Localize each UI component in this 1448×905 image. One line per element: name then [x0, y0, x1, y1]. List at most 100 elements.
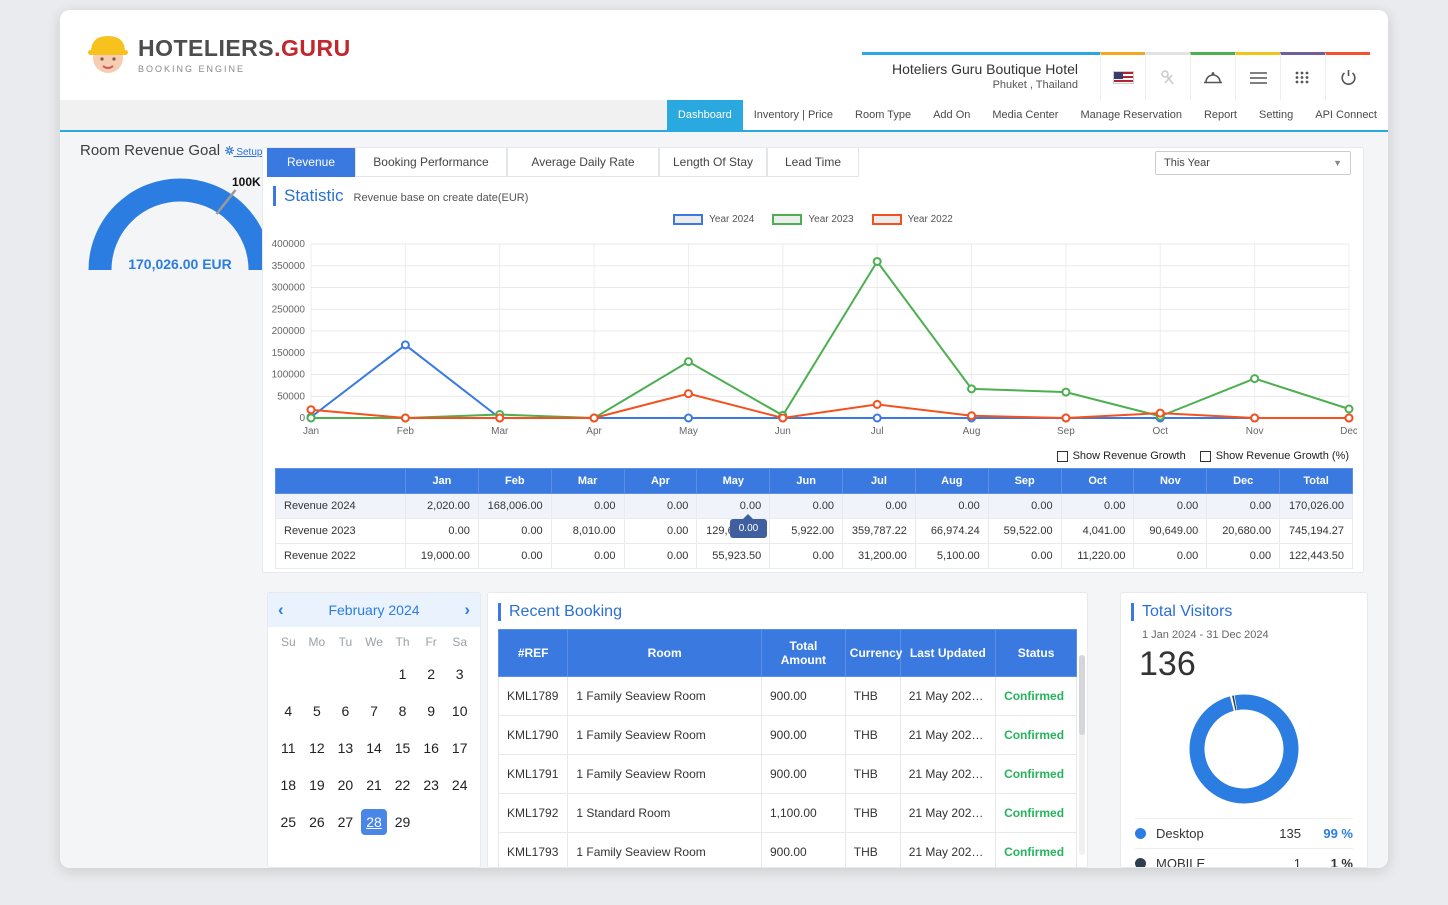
revenue-cell: 0.00 — [697, 494, 770, 519]
calendar-day-25[interactable]: 25 — [274, 809, 303, 835]
tab-average-daily-rate[interactable]: Average Daily Rate — [507, 148, 659, 177]
calendar-day-21[interactable]: 21 — [360, 772, 389, 798]
calendar-day-17[interactable]: 17 — [445, 735, 474, 761]
calendar-day-10[interactable]: 10 — [445, 698, 474, 724]
revenue-line-chart: 0500001000001500002000002500003000003500… — [271, 232, 1357, 450]
revenue-cell: 0.00 — [988, 494, 1061, 519]
calendar-day-20[interactable]: 20 — [331, 772, 360, 798]
period-select[interactable]: This Year ▼ — [1155, 151, 1351, 175]
booking-row-kml1790[interactable]: KML17901 Family Seaview Room900.00THB21 … — [499, 716, 1077, 755]
revenue-cell: 90,649.00 — [1134, 519, 1207, 544]
tab-booking-performance[interactable]: Booking Performance — [355, 148, 507, 177]
calendar-day-6[interactable]: 6 — [331, 698, 360, 724]
calendar-day-5[interactable]: 5 — [303, 698, 332, 724]
booking-status: Confirmed — [996, 716, 1077, 755]
tab-length-of-stay[interactable]: Length Of Stay — [659, 148, 767, 177]
revenue-table: JanFebMarAprMayJunJulAugSepOctNovDecTota… — [275, 468, 1353, 569]
calendar-day-7[interactable]: 7 — [360, 698, 389, 724]
booking-scrollbar[interactable] — [1079, 655, 1085, 855]
calendar-day-11[interactable]: 11 — [274, 735, 303, 761]
svg-text:Jun: Jun — [775, 426, 791, 437]
booking-cell: 900.00 — [762, 833, 846, 869]
revenue-col-header: Oct — [1061, 469, 1134, 494]
goal-value: 170,026.00 EUR — [128, 256, 232, 272]
booking-cell: KML1789 — [499, 677, 568, 716]
calendar-day-8[interactable]: 8 — [388, 698, 417, 724]
booking-cell: 21 May 202… — [900, 794, 995, 833]
calendar-day-13[interactable]: 13 — [331, 735, 360, 761]
calendar-day-19[interactable]: 19 — [303, 772, 332, 798]
booking-col-header: Status — [996, 630, 1077, 677]
row-label: Revenue 2022 — [276, 544, 406, 569]
weekday-label: Fr — [417, 635, 446, 649]
calendar-day-9[interactable]: 9 — [417, 698, 446, 724]
calendar-day-24[interactable]: 24 — [445, 772, 474, 798]
room-service-button[interactable] — [1190, 52, 1235, 100]
nav-item-setting[interactable]: Setting — [1248, 100, 1304, 130]
booking-cell: 1 Standard Room — [568, 794, 762, 833]
goal-marker-label: 100K — [232, 175, 261, 189]
calendar-day-14[interactable]: 14 — [360, 735, 389, 761]
calendar-prev-button[interactable]: ‹ — [278, 600, 284, 620]
booking-row-kml1789[interactable]: KML17891 Family Seaview Room900.00THB21 … — [499, 677, 1077, 716]
logout-button[interactable] — [1325, 52, 1370, 100]
calendar-day-28[interactable]: 28 — [361, 809, 387, 835]
calendar-grid: 1234567891011121314151617181920212223242… — [268, 651, 480, 845]
logo[interactable]: HOTELIERS.GURU BOOKING ENGINE — [86, 30, 351, 78]
calendar-day-12[interactable]: 12 — [303, 735, 332, 761]
legend-item-year-2024[interactable]: Year 2024 — [673, 214, 754, 225]
nav-item-add-on[interactable]: Add On — [922, 100, 981, 130]
legend-item-year-2023[interactable]: Year 2023 — [772, 214, 853, 225]
calendar-day-22[interactable]: 22 — [388, 772, 417, 798]
calendar-day-3[interactable]: 3 — [445, 661, 474, 687]
tab-lead-time[interactable]: Lead Time — [767, 148, 859, 177]
tab-revenue[interactable]: Revenue — [267, 148, 355, 177]
svg-text:150000: 150000 — [272, 348, 306, 359]
revenue-cell: 0.00 — [1207, 544, 1280, 569]
visitors-date-range: 1 Jan 2024 - 31 Dec 2024 — [1142, 629, 1367, 641]
revenue-col-header: Apr — [624, 469, 697, 494]
goal-setup-link[interactable]: Setup — [225, 147, 263, 158]
calendar-day-1[interactable]: 1 — [388, 661, 417, 687]
revenue-cell: 0.00 — [1134, 494, 1207, 519]
calendar-day-23[interactable]: 23 — [417, 772, 446, 798]
calendar-day-2[interactable]: 2 — [417, 661, 446, 687]
calendar-day-16[interactable]: 16 — [417, 735, 446, 761]
calendar-day-4[interactable]: 4 — [274, 698, 303, 724]
calendar-day-18[interactable]: 18 — [274, 772, 303, 798]
nav-item-dashboard[interactable]: Dashboard — [667, 100, 743, 130]
language-flag-button[interactable] — [1100, 52, 1145, 100]
calendar-weekdays: SuMoTuWeThFrSa — [268, 627, 480, 651]
nav-item-room-type[interactable]: Room Type — [844, 100, 922, 130]
booking-row-kml1791[interactable]: KML17911 Family Seaview Room900.00THB21 … — [499, 755, 1077, 794]
calendar-day-15[interactable]: 15 — [388, 735, 417, 761]
booking-cell: THB — [845, 677, 900, 716]
booking-cell: 21 May 202… — [900, 716, 995, 755]
booking-col-header: Room — [568, 630, 762, 677]
booking-col-header: #REF — [499, 630, 568, 677]
booking-row-kml1792[interactable]: KML17921 Standard Room1,100.00THB21 May … — [499, 794, 1077, 833]
apps-button[interactable] — [1280, 52, 1325, 100]
nav-item-manage-reservation[interactable]: Manage Reservation — [1069, 100, 1193, 130]
calendar-next-button[interactable]: › — [464, 600, 470, 620]
calendar-day-27[interactable]: 27 — [331, 809, 360, 835]
scrollbar-thumb[interactable] — [1079, 655, 1085, 735]
booking-row-kml1793[interactable]: KML17931 Family Seaview Room900.00THB21 … — [499, 833, 1077, 869]
booking-cell: THB — [845, 833, 900, 869]
list-button[interactable] — [1235, 52, 1280, 100]
nav-item-inventory-price[interactable]: Inventory | Price — [743, 100, 844, 130]
legend-item-year-2022[interactable]: Year 2022 — [872, 214, 953, 225]
calendar-day-29[interactable]: 29 — [388, 809, 417, 835]
nav-item-media-center[interactable]: Media Center — [981, 100, 1069, 130]
total-visitors-panel: Total Visitors 1 Jan 2024 - 31 Dec 2024 … — [1120, 592, 1368, 868]
booking-cell: KML1792 — [499, 794, 568, 833]
svg-text:Dec: Dec — [1340, 426, 1357, 437]
mascot-icon — [86, 30, 130, 78]
show-revenue-growth-pct-checkbox[interactable]: Show Revenue Growth (%) — [1200, 450, 1349, 462]
revenue-cell: 5,922.00 — [770, 519, 843, 544]
calendar-day-26[interactable]: 26 — [303, 809, 332, 835]
nav-item-api-connect[interactable]: API Connect — [1304, 100, 1388, 130]
show-revenue-growth-checkbox[interactable]: Show Revenue Growth — [1057, 450, 1186, 462]
nav-item-report[interactable]: Report — [1193, 100, 1248, 130]
tools-button[interactable] — [1145, 52, 1190, 100]
